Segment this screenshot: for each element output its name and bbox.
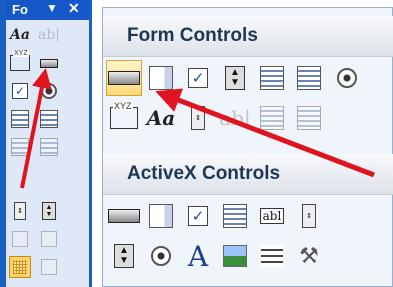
tb-combobox-button[interactable] [38, 108, 60, 130]
list-box-icon [260, 66, 284, 90]
edit-code-icon [41, 231, 57, 247]
forms-floating-toolbar: Fo ▼ ✕ Aa ab| XYZ ✓ ⇕ ▲ ▼ [0, 0, 92, 287]
activex-image-control[interactable] [217, 238, 253, 274]
form-label-control[interactable]: Aa [143, 100, 179, 136]
button-icon [108, 71, 140, 85]
tb-groupbox-button[interactable]: XYZ [9, 50, 31, 74]
combo-box-icon [149, 204, 173, 228]
combo-dropdown-edit-icon [297, 106, 321, 130]
scroll-bar-icon: ⇕ [302, 204, 316, 228]
combo-list-edit-icon [11, 138, 29, 156]
checkbox-icon: ✓ [12, 83, 28, 99]
list-box-icon [223, 204, 247, 228]
form-spin-button-control[interactable]: ▲ ▼ [217, 60, 253, 96]
tb-edit-code-button[interactable] [38, 228, 60, 250]
textbox-icon: ab| [37, 27, 61, 43]
toggle-button-icon [261, 245, 283, 267]
combo-box-icon [149, 66, 173, 90]
button-icon [40, 58, 58, 68]
toolbar-title: Fo [12, 2, 28, 17]
checkbox-icon: ✓ [188, 206, 208, 226]
spinner-icon: ▲ ▼ [42, 202, 56, 220]
label-icon: A [187, 239, 209, 273]
insert-controls-panel: Form Controls ✓ ▲ ▼ XYZ Aa ⇕ ab| ActiveX… [102, 7, 393, 287]
activex-check-box-control[interactable]: ✓ [180, 198, 216, 234]
activex-text-box-control[interactable]: abl [254, 198, 290, 234]
toolbar-close-icon[interactable]: ✕ [68, 0, 80, 17]
activex-scroll-bar-control[interactable]: ⇕ [291, 198, 327, 234]
toolbar-titlebar[interactable]: Fo ▼ ✕ [6, 0, 89, 20]
activex-command-button-control[interactable] [106, 198, 142, 234]
form-controls-header: Form Controls [103, 16, 393, 57]
option-button-icon [41, 83, 57, 99]
form-combo-list-edit-control[interactable] [254, 100, 290, 136]
tb-optionbutton-button[interactable] [38, 80, 60, 102]
option-button-icon [337, 68, 357, 88]
form-option-button-control[interactable] [291, 60, 327, 96]
option-button-icon [151, 246, 171, 266]
form-group-box-control[interactable]: XYZ [106, 100, 142, 136]
more-controls-tools-icon: ⚒ [299, 243, 319, 268]
list-box-alt-icon [297, 66, 321, 90]
list-box-icon [11, 110, 29, 128]
form-combo-box-control[interactable] [143, 60, 179, 96]
control-properties-icon [12, 231, 28, 247]
label-icon: Aa [146, 106, 176, 130]
scroll-bar-icon: ⇕ [14, 202, 26, 220]
form-check-box-control[interactable]: ✓ [180, 60, 216, 96]
activex-controls-header: ActiveX Controls [103, 154, 393, 195]
activex-more-controls-control[interactable]: ⚒ [291, 238, 327, 274]
form-radio-control[interactable] [329, 60, 365, 96]
groupbox-icon: XYZ [10, 50, 30, 71]
tb-control-properties-button[interactable] [9, 228, 31, 250]
tb-toggle-grid-button[interactable] [9, 256, 31, 278]
activex-list-box-control[interactable] [217, 198, 253, 234]
activex-toggle-button-control[interactable] [254, 238, 290, 274]
tb-run-dialog-button[interactable] [38, 256, 60, 278]
checkbox-icon: ✓ [188, 68, 208, 88]
tb-spinner-button[interactable]: ▲ ▼ [38, 200, 60, 222]
tb-combo-list-edit-button[interactable] [9, 136, 31, 158]
tb-checkbox-button[interactable]: ✓ [9, 80, 31, 102]
form-combo-dropdown-edit-control[interactable] [291, 100, 327, 136]
spinner-icon: ▲ ▼ [225, 66, 245, 90]
combo-dropdown-edit-icon [40, 138, 58, 156]
textbox-icon: abl [259, 208, 285, 224]
activex-controls-title: ActiveX Controls [127, 163, 281, 184]
textbox-icon: ab| [219, 106, 251, 130]
groupbox-icon: XYZ [110, 101, 138, 129]
form-scroll-bar-control[interactable]: ⇕ [180, 100, 216, 136]
tb-listbox-button[interactable] [9, 108, 31, 130]
combo-list-edit-icon [260, 106, 284, 130]
scroll-bar-icon: ⇕ [191, 106, 205, 130]
tb-label-button[interactable]: Aa [9, 24, 31, 46]
tb-button-button[interactable] [38, 52, 60, 74]
activex-label-control[interactable]: A [180, 238, 216, 274]
activex-option-button-control[interactable] [143, 238, 179, 274]
toggle-grid-icon [13, 260, 27, 274]
tb-scrollbar-button[interactable]: ⇕ [9, 200, 31, 222]
run-dialog-icon [41, 259, 57, 275]
activex-spin-button-control[interactable]: ▲ ▼ [106, 238, 142, 274]
label-icon: Aa [10, 27, 30, 43]
activex-combo-box-control[interactable] [143, 198, 179, 234]
image-icon [223, 245, 247, 267]
combo-box-icon [40, 110, 58, 128]
spinner-icon: ▲ ▼ [114, 244, 134, 268]
tb-textbox-button[interactable]: ab| [38, 24, 60, 46]
form-button-control[interactable] [106, 60, 142, 96]
tb-combo-dropdown-edit-button[interactable] [38, 136, 60, 158]
toolbar-options-dropdown-icon[interactable]: ▼ [46, 1, 58, 15]
button-icon [108, 209, 140, 223]
form-list-box-control[interactable] [254, 60, 290, 96]
form-text-field-control[interactable]: ab| [217, 100, 253, 136]
form-controls-title: Form Controls [127, 25, 258, 46]
